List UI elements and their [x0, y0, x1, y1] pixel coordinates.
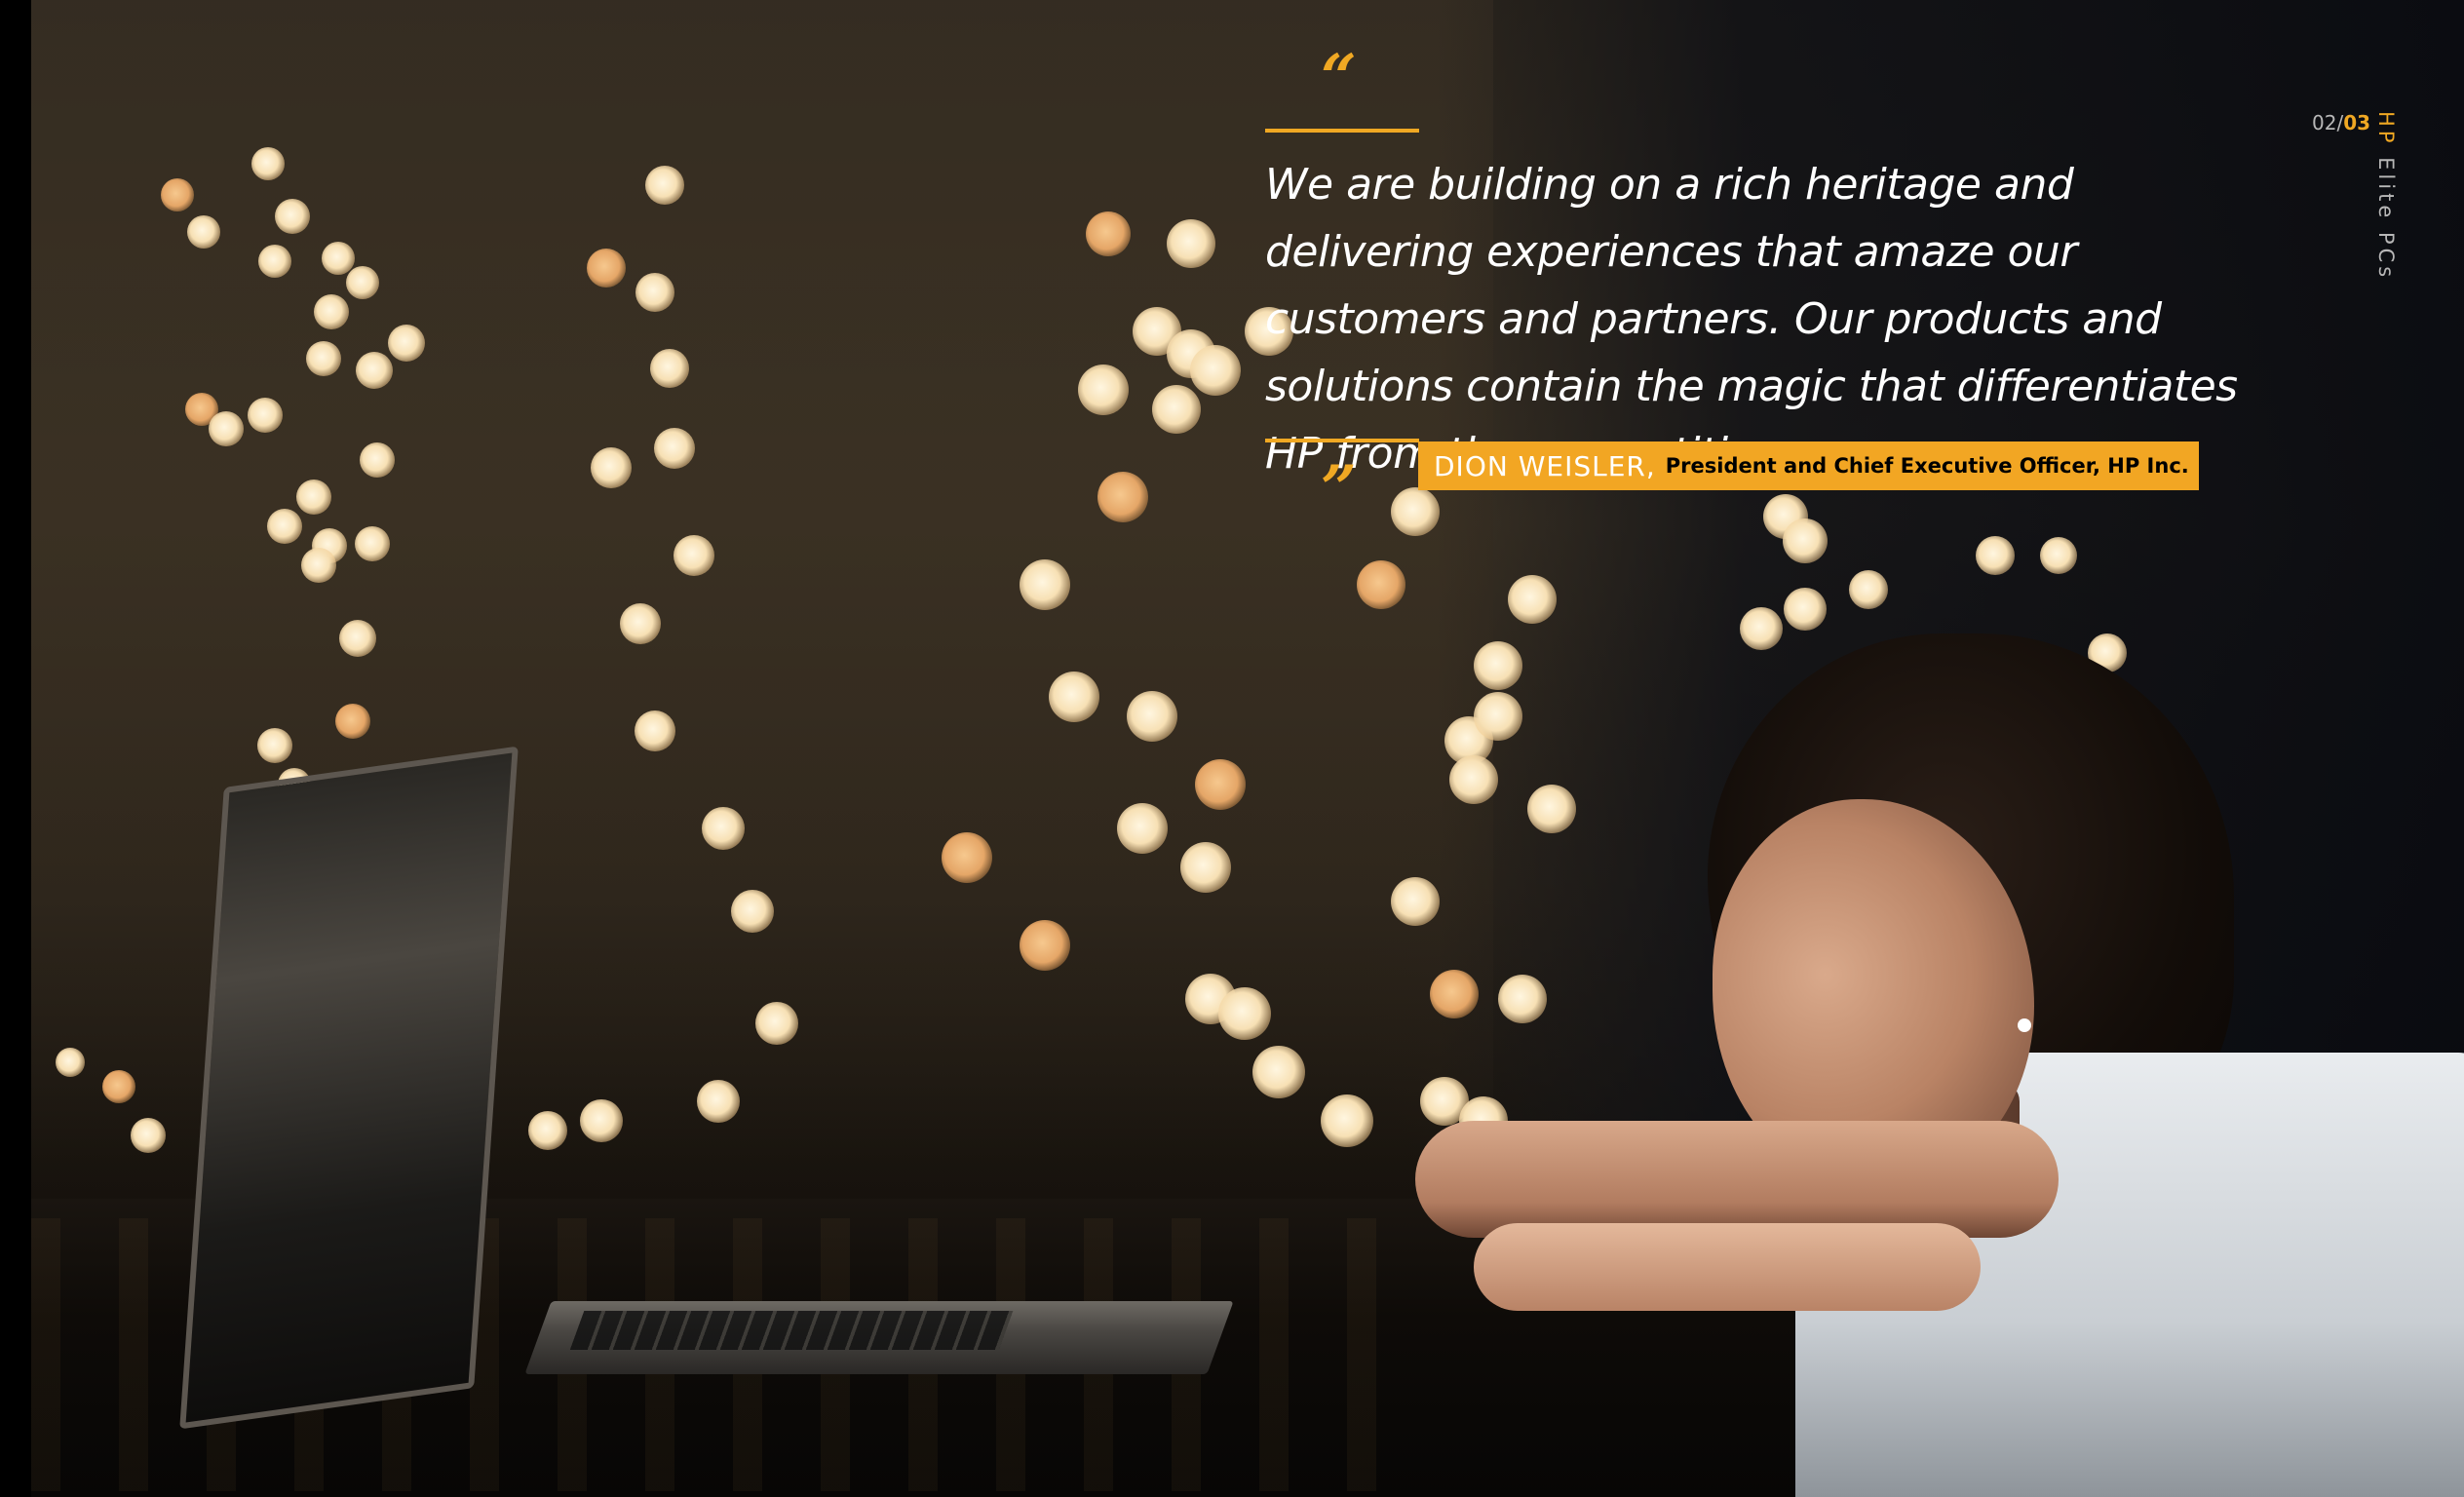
attribution-title: President and Chief Executive Officer, H… — [1665, 454, 2189, 478]
bokeh-light — [355, 526, 390, 561]
bokeh-light — [1474, 641, 1522, 690]
laptop-keys — [569, 1311, 1014, 1350]
bokeh-light — [1152, 385, 1201, 434]
bokeh-light — [1740, 607, 1783, 650]
bokeh-light — [356, 352, 393, 389]
bokeh-light — [755, 1002, 798, 1045]
bokeh-light — [1849, 570, 1888, 609]
attribution-name: DION WEISLER, — [1434, 449, 1656, 482]
bokeh-light — [635, 710, 675, 751]
bokeh-light — [1020, 559, 1070, 610]
bokeh-light — [2040, 537, 2077, 574]
bokeh-light — [275, 199, 310, 234]
close-quote-icon: ” — [1321, 452, 1357, 525]
bokeh-light — [1391, 877, 1440, 926]
bokeh-light — [131, 1118, 166, 1153]
bokeh-light — [1430, 970, 1479, 1018]
bokeh-light — [388, 325, 425, 362]
bokeh-light — [654, 428, 695, 469]
bokeh-light — [1195, 759, 1246, 810]
bokeh-light — [257, 728, 292, 763]
bokeh-light — [1449, 755, 1498, 804]
woman-arm — [1415, 1121, 2059, 1238]
bokeh-light — [296, 480, 331, 515]
bokeh-light — [161, 178, 194, 211]
bokeh-light — [301, 548, 336, 583]
woman-forearm — [1474, 1223, 1981, 1311]
bokeh-light — [1190, 345, 1241, 396]
bokeh-light — [258, 245, 291, 278]
open-quote-icon: “ — [1321, 41, 1357, 114]
bokeh-light — [650, 349, 689, 388]
brochure-page: “ We are building on a rich heritage and… — [0, 0, 2464, 1497]
running-title-rest: Elite PCs — [2374, 146, 2398, 282]
bokeh-light — [251, 147, 285, 180]
quote-text: We are building on a rich heritage and d… — [1265, 160, 2238, 479]
bokeh-light — [674, 535, 714, 576]
bokeh-light — [620, 603, 661, 644]
bokeh-light — [1783, 518, 1828, 563]
bokeh-light — [591, 447, 632, 488]
bokeh-light — [1117, 803, 1168, 854]
bokeh-light — [267, 509, 302, 544]
bokeh-light — [306, 341, 341, 376]
quote-rule-bottom — [1265, 439, 1419, 442]
bokeh-light — [1218, 987, 1271, 1040]
bokeh-light — [102, 1070, 135, 1103]
bokeh-light — [1086, 211, 1131, 256]
bokeh-light — [645, 166, 684, 205]
quote-rule-top — [1265, 129, 1419, 133]
bokeh-light — [209, 411, 244, 446]
bokeh-light — [1391, 487, 1440, 536]
bokeh-light — [335, 704, 370, 739]
bokeh-light — [1508, 575, 1557, 624]
bokeh-light — [1049, 672, 1099, 722]
bokeh-light — [248, 398, 283, 433]
bokeh-light — [1097, 472, 1148, 522]
bokeh-light — [322, 242, 355, 275]
bokeh-light — [1474, 692, 1522, 741]
bokeh-light — [1976, 536, 2015, 575]
bokeh-light — [528, 1111, 567, 1150]
page-current: 02/ — [2312, 111, 2344, 134]
bokeh-light — [339, 620, 376, 657]
page-indicator: 02/03 — [2312, 111, 2370, 134]
bokeh-light — [1321, 1094, 1373, 1147]
bokeh-light — [580, 1099, 623, 1142]
bokeh-light — [1078, 365, 1129, 415]
attribution-label: DION WEISLER, President and Chief Execut… — [1418, 441, 2199, 490]
bokeh-light — [56, 1048, 85, 1077]
bokeh-light — [1180, 842, 1231, 893]
bokeh-light — [187, 215, 220, 249]
bokeh-light — [314, 294, 349, 329]
bokeh-light — [697, 1080, 740, 1123]
bokeh-light — [1784, 588, 1827, 631]
bokeh-light — [360, 442, 395, 478]
earring — [2018, 1018, 2031, 1032]
laptop-screen — [179, 746, 519, 1430]
bokeh-light — [587, 249, 626, 288]
bokeh-light — [1127, 691, 1177, 742]
bokeh-light — [942, 832, 992, 883]
bokeh-light — [731, 890, 774, 933]
running-title-brand: HP — [2374, 111, 2398, 147]
bokeh-light — [702, 807, 745, 850]
bokeh-light — [1167, 219, 1215, 268]
bokeh-light — [1357, 560, 1405, 609]
bokeh-light — [346, 266, 379, 299]
bokeh-light — [1252, 1046, 1305, 1098]
bokeh-light — [1498, 975, 1547, 1023]
page-total: 03 — [2343, 111, 2371, 134]
bokeh-light — [635, 273, 674, 312]
bokeh-light — [1020, 920, 1070, 971]
running-title: HP Elite PCs — [2374, 111, 2398, 281]
bokeh-light — [1527, 785, 1576, 833]
